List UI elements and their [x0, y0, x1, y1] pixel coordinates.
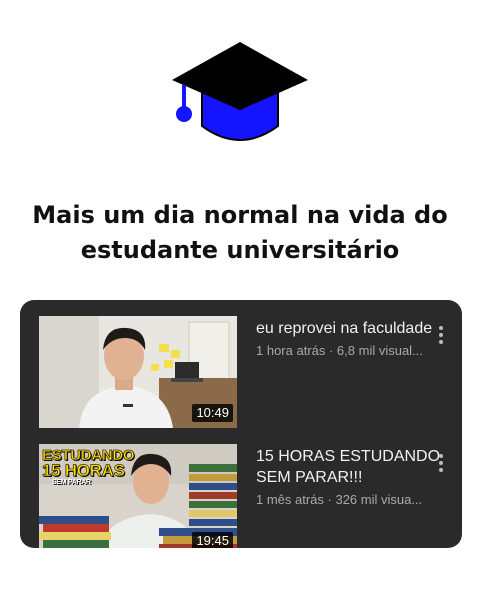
thumbnail-caption-line-3: SEM PARAR [52, 479, 91, 486]
headline-line-1: Mais um dia normal na vida do [32, 201, 448, 229]
video-meta: 1 mês atrás · 326 mil visua... [256, 492, 423, 507]
video-meta: 1 hora atrás · 6,8 mil visual... [256, 343, 423, 358]
thumbnail-caption: ESTUDANDO 15 HORAS SEM PARAR [42, 448, 135, 487]
video-item[interactable]: 10:49 eu reprovei na faculdade 1 hora at… [20, 316, 462, 428]
more-options-icon[interactable] [434, 454, 448, 476]
page: Mais um dia normal na vida do estudante … [0, 0, 480, 600]
more-options-icon[interactable] [434, 326, 448, 348]
video-info: 15 HORAS ESTUDANDO SEM PARAR!!! 1 mês at… [256, 446, 442, 508]
video-title[interactable]: 15 HORAS ESTUDANDO SEM PARAR!!! [256, 446, 442, 488]
video-info: eu reprovei na faculdade 1 hora atrás · … [256, 318, 442, 359]
video-title[interactable]: eu reprovei na faculdade [256, 318, 442, 339]
video-duration: 19:45 [192, 532, 233, 548]
video-item[interactable]: ESTUDANDO 15 HORAS SEM PARAR 19:45 15 HO… [20, 444, 462, 548]
video-thumbnail[interactable]: 10:49 [39, 316, 237, 428]
video-duration: 10:49 [192, 404, 233, 422]
video-list-panel: 10:49 eu reprovei na faculdade 1 hora at… [20, 300, 462, 548]
thumbnail-caption-line-2: 15 HORAS [42, 461, 126, 480]
headline: Mais um dia normal na vida do estudante … [20, 198, 460, 268]
graduation-cap-icon [168, 40, 312, 150]
video-thumbnail[interactable]: ESTUDANDO 15 HORAS SEM PARAR 19:45 [39, 444, 237, 548]
headline-line-2: estudante universitário [80, 236, 400, 264]
